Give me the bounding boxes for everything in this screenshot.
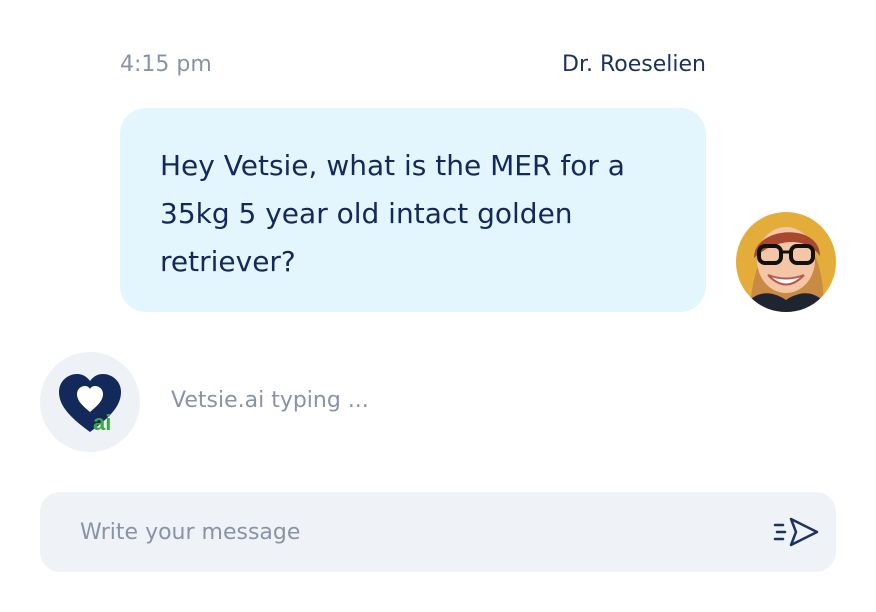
vetsie-logo-text: ai — [93, 410, 111, 435]
message-input[interactable] — [80, 516, 720, 548]
assistant-typing-indicator: Vetsie.ai typing ... — [171, 388, 369, 413]
message-composer — [40, 492, 836, 572]
send-button[interactable] — [773, 514, 821, 550]
user-message-text: Hey Vetsie, what is the MER for a 35kg 5… — [160, 149, 625, 278]
vetsie-heart-logo: ai — [59, 374, 121, 435]
vetsie-bot-avatar: ai — [40, 352, 140, 452]
message-timestamp: 4:15 pm — [120, 52, 212, 77]
user-avatar — [736, 212, 836, 312]
user-message-bubble: Hey Vetsie, what is the MER for a 35kg 5… — [120, 108, 706, 312]
message-sender-name: Dr. Roeselien — [562, 52, 706, 77]
user-avatar-photo — [736, 212, 836, 312]
send-paper-plane-icon — [773, 517, 819, 547]
